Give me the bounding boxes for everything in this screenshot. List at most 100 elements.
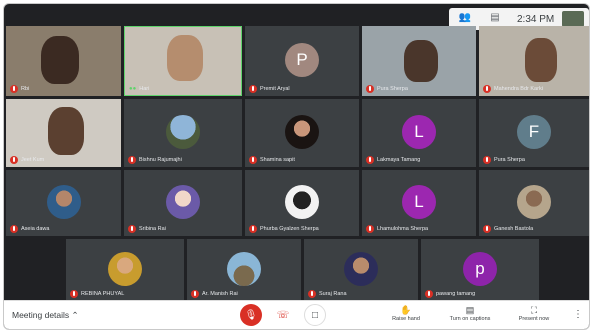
avatar xyxy=(227,251,261,286)
hang-up-icon: ☏ xyxy=(276,309,290,321)
participant-tile[interactable]: Mahendra Bdr Karki xyxy=(479,26,589,96)
mic-muted-icon xyxy=(128,156,136,164)
participant-name: Pura Sherpa xyxy=(377,86,408,92)
mic-muted-icon xyxy=(366,156,374,164)
participant-name: Aseia dawa xyxy=(21,226,50,232)
participant-video xyxy=(525,38,557,82)
avatar xyxy=(166,114,200,149)
participant-tile[interactable]: Sribina Rai xyxy=(124,170,242,236)
participant-tile[interactable]: P Premit Aryal xyxy=(245,26,359,96)
captions-icon: ▤ xyxy=(465,305,475,315)
participant-tile[interactable]: F Pura Sherpa xyxy=(479,99,589,167)
more-options-icon[interactable]: ⋮ xyxy=(573,309,583,320)
present-icon: ⛶ xyxy=(530,305,538,315)
mic-muted-icon xyxy=(483,225,491,233)
present-now-button[interactable]: ⛶ Present now xyxy=(512,305,556,322)
mic-muted-icon xyxy=(10,85,18,93)
people-icon[interactable]: 👥 xyxy=(457,12,473,26)
participant-name: REBINA PHUYAL xyxy=(81,291,125,297)
participant-tile[interactable]: REBINA PHUYAL xyxy=(66,239,184,301)
participant-tile[interactable]: Suraj Rana xyxy=(304,239,418,301)
participant-name: Ganesh Bastola xyxy=(494,226,534,232)
mic-muted-icon xyxy=(249,156,257,164)
mic-muted-icon xyxy=(249,225,257,233)
participant-tile[interactable]: Rbi xyxy=(6,26,121,96)
participant-name: Lakmaya Tamang xyxy=(377,157,421,163)
mic-muted-icon xyxy=(308,290,316,298)
avatar: F xyxy=(517,114,551,149)
participant-tile[interactable]: Aseia dawa xyxy=(6,170,121,236)
camera-toggle-button[interactable]: □ xyxy=(304,304,326,326)
avatar xyxy=(108,251,142,286)
avatar xyxy=(517,184,551,219)
avatar xyxy=(46,184,81,219)
participant-name: Premit Aryal xyxy=(260,86,290,92)
raise-hand-label: Raise hand xyxy=(392,316,420,322)
participant-name: Sribina Rai xyxy=(139,226,166,232)
present-now-label: Present now xyxy=(518,316,550,322)
participant-name: Lhamulohma Sherpa xyxy=(377,226,429,232)
participant-tile[interactable]: L Lhamulohma Sherpa xyxy=(362,170,476,236)
camera-icon: □ xyxy=(311,309,319,321)
self-view-thumbnail[interactable] xyxy=(562,11,585,27)
participant-name: Mahendra Bdr Karki xyxy=(494,86,543,92)
participant-name: Ar. Manish Rai xyxy=(202,291,238,297)
mic-muted-icon xyxy=(366,85,374,93)
participant-tile[interactable]: Ganesh Bastola xyxy=(479,170,589,236)
mic-off-icon: 🎙 xyxy=(244,309,258,321)
participant-name: Phurba Gyalzen Sherpa xyxy=(260,226,319,232)
mic-muted-icon xyxy=(70,290,78,298)
participant-tile[interactable]: p pawang tamang xyxy=(421,239,539,301)
avatar xyxy=(285,184,319,219)
avatar xyxy=(285,114,319,149)
mic-muted-icon xyxy=(366,225,374,233)
avatar: P xyxy=(285,42,319,77)
participant-name: Rbi xyxy=(21,86,30,92)
participant-tile[interactable]: L Lakmaya Tamang xyxy=(362,99,476,167)
participant-name: pawang tamang xyxy=(436,291,476,297)
participant-tile[interactable]: Phurba Gyalzen Sherpa xyxy=(245,170,359,236)
participant-video xyxy=(167,35,203,81)
chevron-up-icon: ⌃ xyxy=(71,310,79,320)
mic-muted-icon xyxy=(10,156,18,164)
participant-tile[interactable]: Pura Sherpa xyxy=(362,26,476,96)
leave-call-button[interactable]: ☏ xyxy=(272,304,294,326)
clock: 2:34 PM xyxy=(517,13,555,25)
raise-hand-button[interactable]: ✋ Raise hand xyxy=(384,305,428,322)
mic-muted-icon xyxy=(191,290,199,298)
avatar xyxy=(166,184,200,219)
hand-icon: ✋ xyxy=(400,305,412,315)
chat-icon[interactable]: ▤ xyxy=(487,12,503,26)
participant-name: Suraj Rana xyxy=(319,291,347,297)
meet-window: 👥 ▤ 2:34 PM Rbi ●● Hari P Premit Aryal Pu… xyxy=(3,3,590,330)
participant-name: Shamina sapit xyxy=(260,157,295,163)
participant-video xyxy=(48,107,84,155)
meeting-details-label: Meeting details xyxy=(12,310,70,320)
meeting-details-button[interactable]: Meeting details ⌃ xyxy=(12,310,79,321)
participant-name: Pura Sherpa xyxy=(494,157,525,163)
avatar xyxy=(344,251,378,286)
mic-muted-icon xyxy=(10,225,18,233)
participant-name: Jeet Kum xyxy=(21,157,45,163)
bottom-control-bar: Meeting details ⌃ 🎙 ☏ □ ✋ Raise hand ▤ T… xyxy=(4,300,589,329)
participant-name: Bishnu Rajumajhi xyxy=(139,157,182,163)
participant-video xyxy=(404,40,438,82)
captions-label: Turn on captions xyxy=(449,316,491,322)
captions-button[interactable]: ▤ Turn on captions xyxy=(444,305,496,322)
mic-toggle-button[interactable]: 🎙 xyxy=(240,304,262,326)
speaking-icon: ●● xyxy=(129,86,137,92)
participant-name: Hari xyxy=(139,86,150,92)
mic-muted-icon xyxy=(483,156,491,164)
participant-tile-active[interactable]: ●● Hari xyxy=(124,26,242,96)
avatar: p xyxy=(463,251,497,286)
participant-video xyxy=(41,36,79,84)
mic-muted-icon xyxy=(483,85,491,93)
avatar: L xyxy=(402,114,436,149)
mic-muted-icon xyxy=(249,85,257,93)
mic-muted-icon xyxy=(425,290,433,298)
participant-tile[interactable]: Ar. Manish Rai xyxy=(187,239,301,301)
participant-tile[interactable]: Jeet Kum xyxy=(6,99,121,167)
avatar: L xyxy=(402,184,436,219)
participant-tile[interactable]: Bishnu Rajumajhi xyxy=(124,99,242,167)
participant-tile[interactable]: Shamina sapit xyxy=(245,99,359,167)
